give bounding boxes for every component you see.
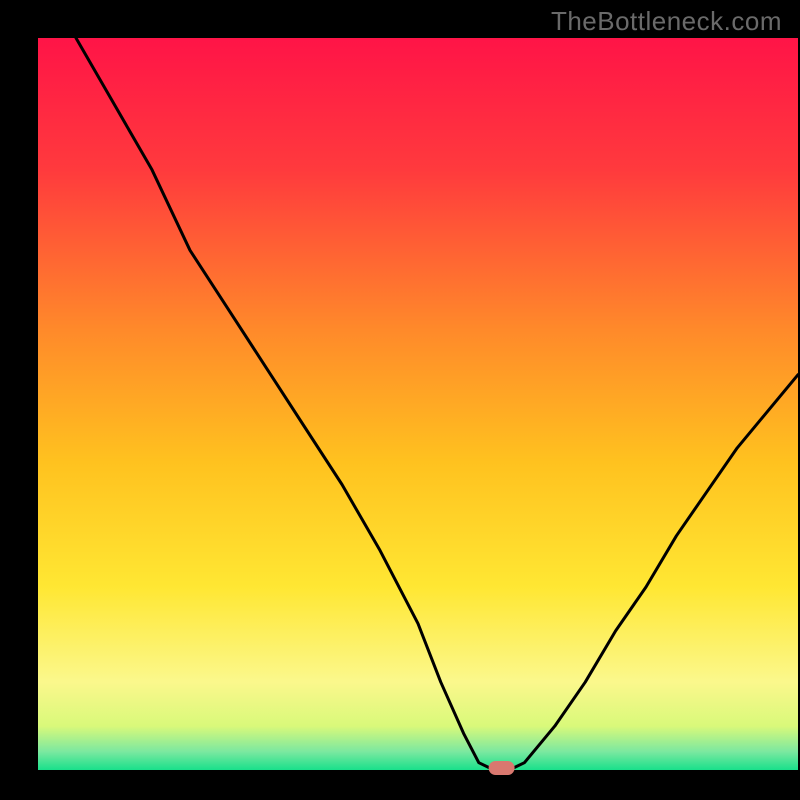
bottleneck-chart [0, 0, 800, 800]
chart-container: { "watermark": "TheBottleneck.com", "cha… [0, 0, 800, 800]
gradient-background [38, 38, 798, 770]
optimal-point-marker [489, 761, 515, 775]
watermark-text: TheBottleneck.com [551, 6, 782, 37]
